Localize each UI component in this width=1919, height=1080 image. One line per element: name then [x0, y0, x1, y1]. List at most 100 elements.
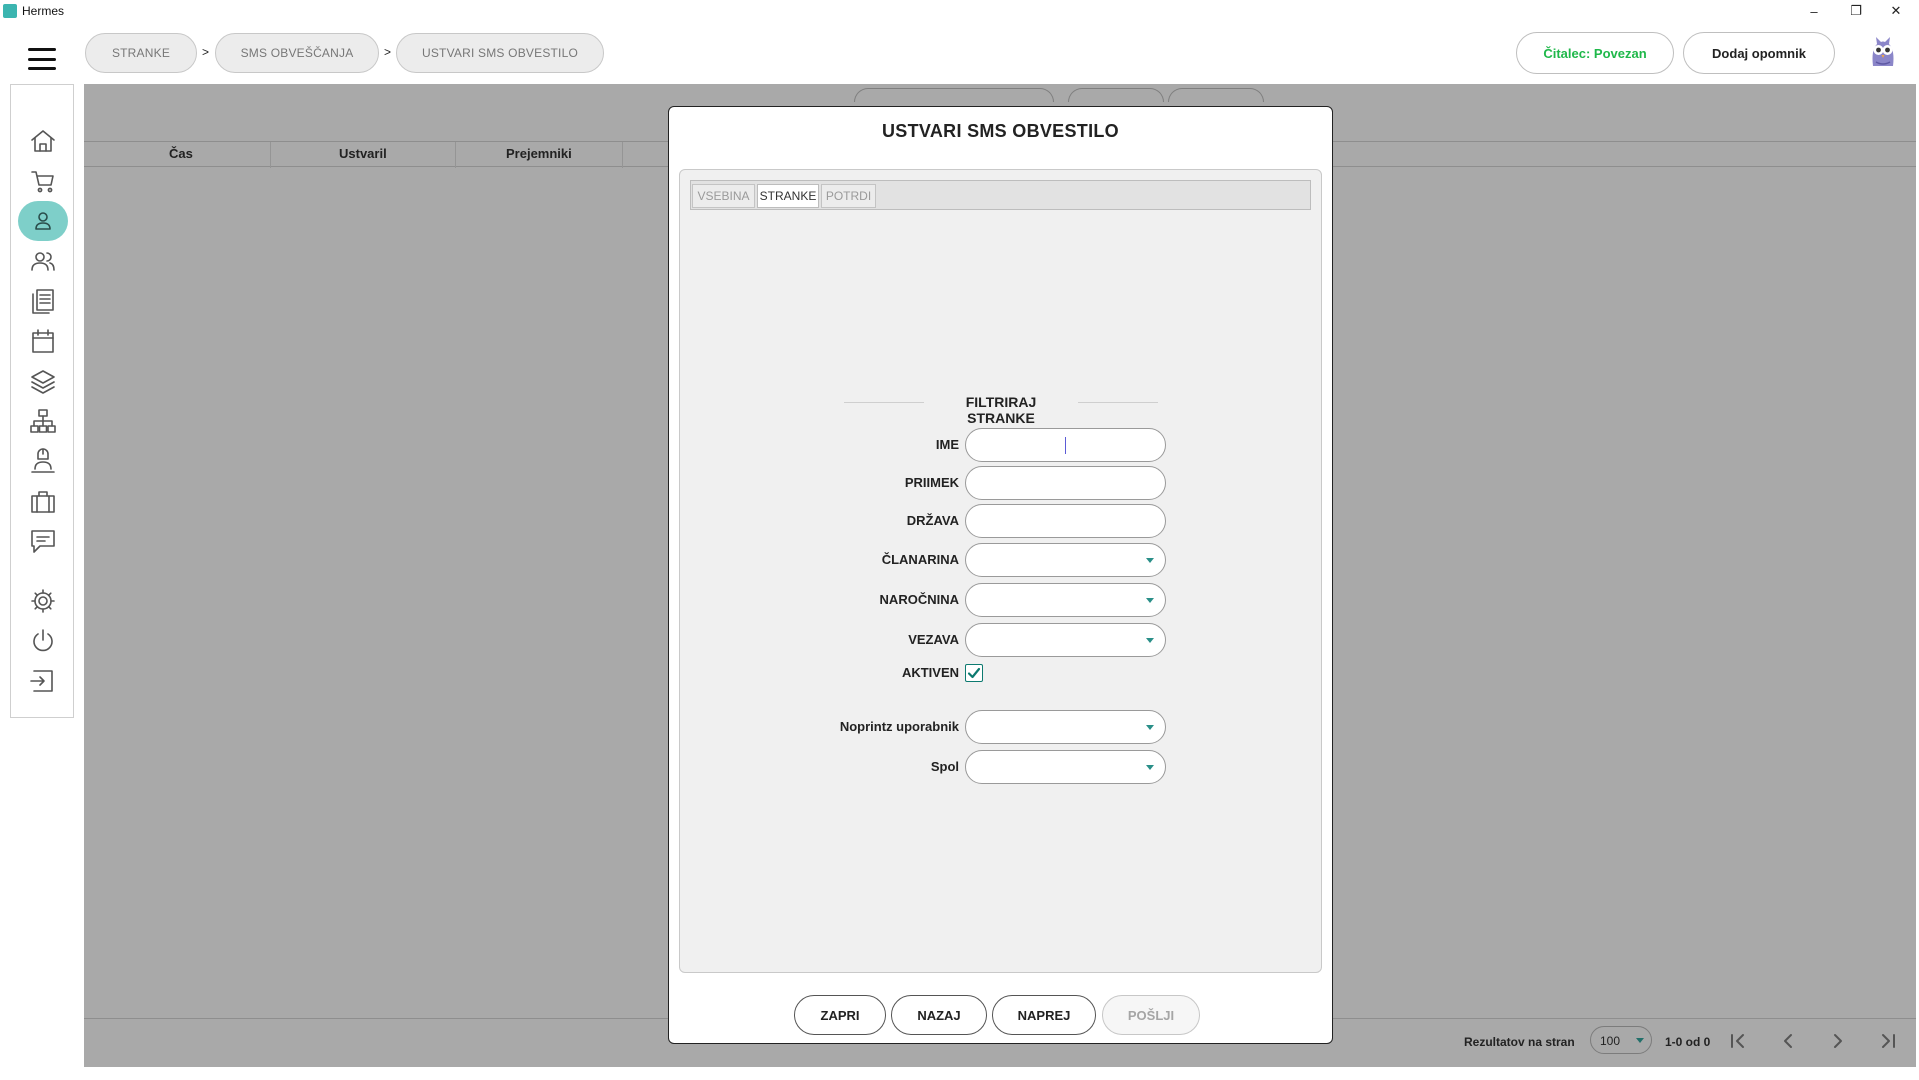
dialog-title: USTVARI SMS OBVESTILO — [882, 121, 1119, 141]
chevron-down-icon — [1146, 638, 1154, 643]
home-icon — [31, 130, 55, 152]
chevron-left-icon — [1784, 1034, 1792, 1048]
breadcrumb-stranke[interactable]: STRANKE — [85, 33, 197, 73]
sidebar-item-power[interactable] — [18, 621, 68, 661]
column-header-ustvaril[interactable]: Ustvaril — [339, 146, 387, 161]
page-size-value: 100 — [1600, 1034, 1621, 1048]
sidebar-item-messages[interactable] — [18, 521, 68, 561]
toolbar-button — [1068, 88, 1164, 102]
add-reminder-button[interactable]: Dodaj opomnik — [1683, 32, 1835, 74]
checkmark-icon — [967, 667, 981, 679]
close-button[interactable]: ZAPRI — [794, 995, 886, 1035]
logout-icon — [30, 670, 53, 692]
pager-count: 1-0 od 0 — [1665, 1035, 1711, 1049]
documents-icon — [32, 289, 54, 314]
search-input — [854, 88, 1054, 102]
avatar[interactable] — [1863, 32, 1903, 72]
sidebar-item-user-desk[interactable] — [18, 441, 68, 481]
person-icon — [35, 212, 51, 230]
section-title: FILTRIRAJ STRANKE — [965, 394, 1037, 426]
column-divider — [455, 142, 456, 168]
cart-icon — [31, 171, 54, 193]
column-header-cas[interactable]: Čas — [169, 146, 193, 161]
breadcrumb-separator: > — [384, 45, 392, 59]
chevron-right-icon — [1834, 1034, 1842, 1048]
gear-icon — [31, 589, 55, 613]
clanarina-label: ČLANARINA — [881, 552, 959, 567]
sidebar-item-calendar[interactable] — [18, 321, 68, 361]
text-cursor — [1065, 437, 1066, 454]
sidebar-item-layers[interactable] — [18, 361, 68, 401]
chevron-down-icon — [1146, 725, 1154, 730]
close-window-button[interactable]: ✕ — [1873, 0, 1919, 22]
create-sms-dialog: USTVARI SMS OBVESTILO VSEBINA STRANKE PO… — [668, 106, 1333, 1044]
minimize-button[interactable]: – — [1791, 0, 1837, 22]
priimek-input[interactable] — [965, 466, 1166, 500]
chevron-down-icon — [1146, 558, 1154, 563]
chevron-down-icon — [1636, 1038, 1644, 1043]
vezava-select[interactable] — [965, 623, 1166, 657]
vezava-label: VEZAVA — [908, 632, 959, 647]
tab-vsebina[interactable]: VSEBINA — [692, 184, 755, 208]
toolbar-button — [1168, 88, 1264, 102]
chevron-down-icon — [1146, 765, 1154, 770]
sidebar — [10, 84, 74, 718]
noprintz-select[interactable] — [965, 710, 1166, 744]
section-divider — [1078, 402, 1158, 403]
noprintz-label: Noprintz uporabnik — [839, 719, 959, 734]
last-page-button[interactable] — [1873, 1028, 1903, 1054]
ime-input[interactable] — [965, 428, 1166, 462]
narocnina-select[interactable] — [965, 583, 1166, 617]
calendar-icon — [32, 329, 54, 353]
window-titlebar: Hermes – ❐ ✕ — [0, 0, 1919, 22]
app-icon — [3, 4, 17, 18]
priimek-label: PRIIMEK — [904, 475, 959, 490]
last-page-icon — [1882, 1034, 1895, 1048]
hamburger-menu-icon[interactable] — [22, 44, 62, 74]
breadcrumb-separator: > — [202, 45, 210, 59]
column-divider — [622, 142, 623, 168]
back-button[interactable]: NAZAJ — [891, 995, 987, 1035]
previous-page-button[interactable] — [1773, 1028, 1803, 1054]
first-page-icon — [1731, 1034, 1744, 1048]
pager-label: Rezultatov na stran — [1464, 1035, 1575, 1049]
tab-bar: VSEBINA STRANKE POTRDI — [690, 180, 1311, 210]
next-page-button[interactable] — [1823, 1028, 1853, 1054]
spol-label: Spol — [930, 759, 959, 774]
briefcase-icon — [31, 491, 55, 513]
reader-status-button[interactable]: Čitalec: Povezan — [1516, 32, 1674, 74]
clanarina-select[interactable] — [965, 543, 1166, 577]
send-button[interactable]: POŠLJI — [1102, 995, 1200, 1035]
sidebar-item-cart[interactable] — [18, 161, 68, 201]
aktiven-checkbox[interactable] — [965, 664, 983, 682]
message-icon — [31, 530, 55, 553]
sidebar-item-briefcase[interactable] — [18, 481, 68, 521]
sidebar-item-stranke[interactable] — [18, 201, 68, 241]
chevron-down-icon — [1146, 598, 1154, 603]
section-divider — [844, 402, 924, 403]
aktiven-label: AKTIVEN — [901, 665, 959, 680]
drzava-input[interactable] — [965, 504, 1166, 538]
sidebar-item-people[interactable] — [18, 241, 68, 281]
breadcrumb-ustvari-sms-obvestilo[interactable]: USTVARI SMS OBVESTILO — [396, 33, 604, 73]
layers-icon — [31, 370, 55, 394]
breadcrumb-sms-obvescanja[interactable]: SMS OBVEŠČANJA — [215, 33, 379, 73]
sidebar-item-documents[interactable] — [18, 281, 68, 321]
next-button[interactable]: NAPREJ — [992, 995, 1096, 1035]
first-page-button[interactable] — [1723, 1028, 1753, 1054]
column-header-prejemniki[interactable]: Prejemniki — [506, 146, 572, 161]
owl-mascot-icon — [1872, 37, 1894, 66]
sidebar-item-settings[interactable] — [18, 581, 68, 621]
sidebar-item-network[interactable] — [18, 401, 68, 441]
narocnina-label: NAROČNINA — [879, 592, 959, 607]
dialog-panel: VSEBINA STRANKE POTRDI FILTRIRAJ STRANKE… — [679, 169, 1322, 973]
page-size-select[interactable]: 100 — [1590, 1026, 1652, 1054]
spol-select[interactable] — [965, 750, 1166, 784]
sidebar-item-logout[interactable] — [18, 661, 68, 701]
ime-label: IME — [935, 437, 959, 452]
sidebar-item-home[interactable] — [18, 121, 68, 161]
network-icon — [30, 409, 56, 433]
user-desk-icon — [31, 448, 55, 473]
tab-potrdi[interactable]: POTRDI — [821, 184, 876, 208]
tab-stranke[interactable]: STRANKE — [757, 184, 819, 208]
